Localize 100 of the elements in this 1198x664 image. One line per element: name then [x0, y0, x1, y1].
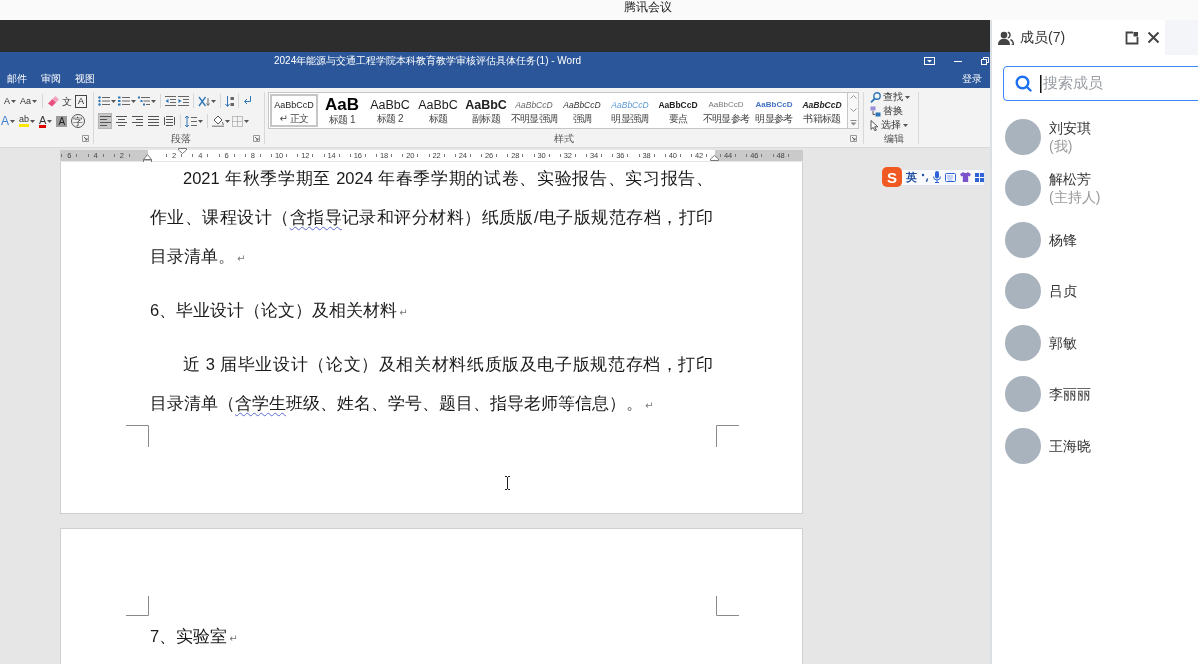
show-marks-icon[interactable] — [243, 96, 251, 106]
bullets-icon[interactable] — [98, 96, 110, 106]
dialog-launcher-icon[interactable] — [82, 135, 89, 142]
paragraph-text: 近 3 届毕业设计（论文）及相关材料纸质版及电子版规范存档，打印 目录清单（含学生班级、姓名、学号、题目、指导老师等信息）。↵ — [150, 354, 713, 414]
caret-icon[interactable] — [10, 119, 15, 123]
avatar-photo-placeholder — [1005, 376, 1041, 413]
style-item[interactable]: AaBbCcD 要点 — [654, 94, 702, 127]
caret-icon[interactable] — [151, 99, 156, 103]
line-spacing-icon[interactable] — [185, 115, 197, 127]
character-border-button[interactable]: A — [75, 94, 88, 108]
corner-mark-icon — [716, 596, 739, 616]
phonetic-guide-button[interactable]: 文 — [61, 93, 74, 109]
caret-icon[interactable] — [32, 99, 38, 103]
change-case-button[interactable]: Aa — [19, 93, 39, 109]
replace-button[interactable]: 替换 — [870, 104, 917, 118]
panel-title: 成员(7) — [1020, 28, 1066, 47]
find-button[interactable]: 查找 — [870, 90, 917, 104]
ribbon-tab[interactable]: 邮件 — [0, 70, 34, 88]
close-icon[interactable] — [1147, 31, 1160, 44]
style-item[interactable]: AaBbC 副标题 — [462, 94, 510, 127]
avatar-photo-placeholder — [1005, 118, 1041, 155]
eraser-icon[interactable] — [47, 95, 60, 107]
increase-indent-icon[interactable] — [178, 96, 189, 106]
search-icon — [1015, 75, 1032, 92]
grid-icon[interactable] — [975, 172, 984, 182]
paragraph-text: 7、实验室↵ — [150, 626, 239, 647]
caret-icon[interactable] — [905, 95, 910, 99]
style-item[interactable]: AaBbCcD 明显参考 — [750, 94, 798, 127]
font-color-button[interactable]: A — [38, 113, 54, 129]
align-left-icon — [99, 116, 111, 126]
scroll-down-icon[interactable] — [849, 107, 857, 112]
ribbon-display-icon[interactable] — [924, 57, 935, 65]
align-justify-button[interactable] — [146, 113, 160, 129]
caret-icon[interactable] — [30, 119, 36, 123]
align-right-button[interactable] — [130, 113, 144, 129]
restore-icon[interactable] — [981, 57, 989, 65]
caret-icon[interactable] — [111, 99, 116, 103]
scroll-up-icon[interactable] — [849, 95, 857, 99]
caret-icon[interactable] — [47, 119, 53, 123]
caret-icon[interactable] — [903, 123, 908, 127]
avatar-photo-placeholder — [1005, 273, 1041, 310]
numbering-icon[interactable] — [118, 96, 130, 106]
style-item[interactable]: AaBbC 标题 — [414, 94, 462, 127]
keyboard-icon[interactable] — [945, 172, 956, 182]
dialog-launcher-icon[interactable] — [850, 135, 857, 142]
style-item[interactable]: AaBbCcD 明显强调 — [606, 94, 654, 127]
style-item[interactable]: AaBbCcD 不明显参考 — [702, 94, 750, 127]
avatar-photo-placeholder — [1005, 427, 1041, 464]
ribbon-tab[interactable]: 视图 — [68, 70, 102, 88]
pop-out-icon[interactable] — [1125, 30, 1139, 45]
paragraph-text: 6、毕业设计（论文）及相关材料↵ — [150, 300, 409, 321]
shrink-font-button[interactable]: A — [3, 93, 17, 109]
caret-icon[interactable] — [198, 119, 203, 123]
caret-icon[interactable] — [225, 119, 230, 123]
style-item[interactable]: AaB 标题 1 — [318, 94, 366, 127]
align-justify-icon — [147, 116, 159, 126]
align-distributed-icon — [163, 116, 175, 126]
sign-in-link[interactable]: 登录 — [962, 72, 982, 86]
i-beam-cursor-icon — [504, 476, 511, 490]
multilevel-list-icon[interactable] — [138, 96, 150, 106]
highlight-button[interactable]: ab — [18, 113, 37, 129]
caret-icon[interactable] — [244, 119, 249, 123]
corner-mark-icon — [126, 425, 149, 447]
replace-icon — [870, 105, 881, 117]
align-right-icon — [131, 116, 143, 126]
search-icon — [870, 91, 881, 103]
punctuation-icon[interactable] — [921, 172, 929, 182]
member-role: (我) — [1049, 136, 1073, 155]
style-item[interactable]: AaBbC 标题 2 — [366, 94, 414, 127]
group-label: 样式 — [554, 131, 574, 146]
align-center-icon — [115, 116, 127, 126]
microphone-icon[interactable] — [933, 171, 941, 183]
align-center-button[interactable] — [114, 113, 128, 129]
align-left-button[interactable] — [98, 113, 112, 129]
character-shading-button[interactable]: A — [55, 113, 69, 129]
member-name: 郭敏 — [1049, 333, 1077, 352]
corner-mark-icon — [716, 425, 739, 447]
paint-bucket-icon[interactable] — [212, 115, 224, 127]
member-name: 解松芳 — [1049, 170, 1091, 189]
caret-icon[interactable] — [11, 99, 16, 103]
sort-icon[interactable] — [225, 95, 234, 107]
input-mode-toggle[interactable]: 英 — [906, 171, 917, 183]
text-caret-icon — [1040, 74, 1042, 93]
style-item[interactable]: AaBbCcD 强调 — [558, 94, 606, 127]
select-button[interactable]: 选择 — [870, 118, 917, 132]
style-item[interactable]: AaBbCcD 书籍标题 — [798, 94, 846, 127]
align-distributed-button[interactable] — [162, 113, 176, 129]
decrease-indent-icon[interactable] — [165, 96, 176, 106]
dialog-launcher-icon[interactable] — [253, 135, 260, 142]
shirt-icon[interactable] — [960, 172, 971, 182]
text-effects-button[interactable]: A — [0, 113, 16, 129]
style-item[interactable]: AaBbCcD ↵ 正文 — [270, 94, 318, 127]
corner-mark-icon — [126, 596, 149, 616]
more-icon[interactable] — [849, 120, 857, 126]
caret-icon[interactable] — [211, 99, 216, 103]
style-item[interactable]: AaBbCcD 不明显强调 — [510, 94, 558, 127]
caret-icon[interactable] — [131, 99, 136, 103]
member-name: 吕贞 — [1049, 282, 1077, 301]
asian-layout-icon[interactable] — [198, 95, 210, 107]
ribbon-tab[interactable]: 审阅 — [34, 70, 68, 88]
